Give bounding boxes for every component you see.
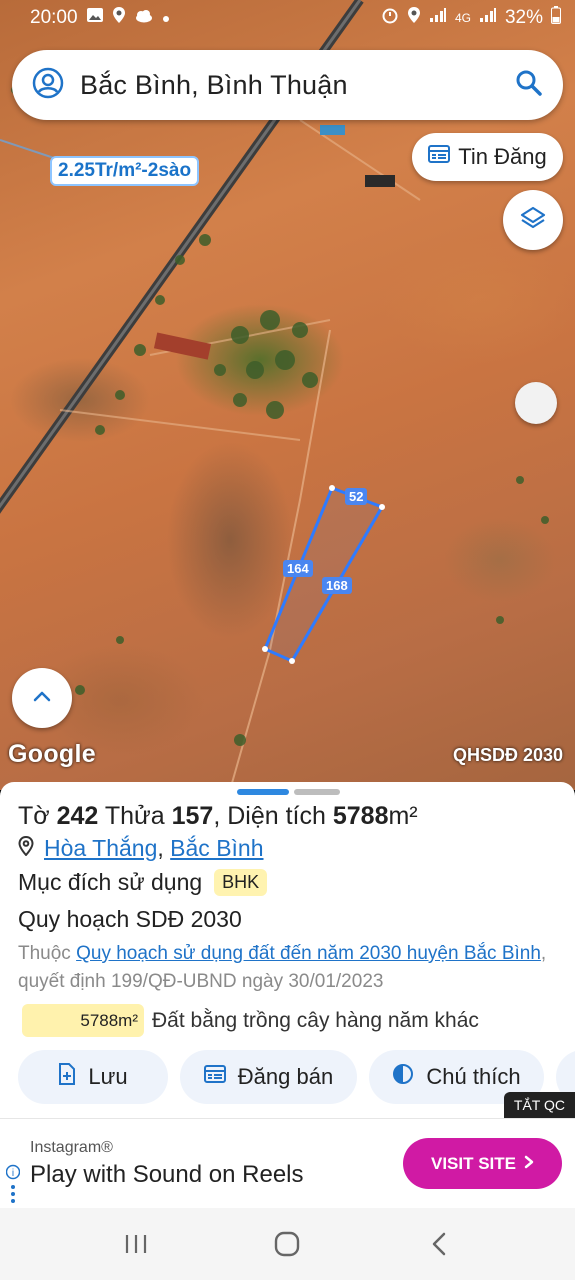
status-time: 20:00 — [30, 7, 78, 28]
chevron-up-icon — [33, 689, 51, 707]
gallery-icon — [86, 7, 104, 29]
purpose-label: Mục đích sử dụng — [18, 869, 203, 895]
district-link[interactable]: Bắc Bình — [170, 835, 263, 862]
edge-label-52: 52 — [345, 488, 368, 505]
parcel-info-sheet: Tờ 242 Thửa 157, Diện tích 5788m² Hòa Th… — [0, 782, 575, 1122]
contrast-icon — [392, 1063, 414, 1091]
system-nav-bar — [0, 1208, 575, 1280]
chevron-right-icon — [524, 1154, 534, 1174]
action-buttons: Lưu Đăng bán Chú thích — [18, 1050, 575, 1104]
back-icon — [432, 1232, 446, 1256]
commune-link[interactable]: Hòa Thắng — [44, 835, 157, 862]
land-use-area-row: 5788m² Đất bằng trồng cây hàng năm khác — [22, 1004, 479, 1037]
sheet-handle[interactable] — [237, 789, 340, 795]
expand-sheet-button[interactable] — [12, 668, 72, 728]
edge-label-168: 168 — [322, 577, 352, 594]
map-side-handle[interactable] — [515, 382, 557, 424]
plan-link[interactable]: Quy hoạch sử dụng đất đến năm 2030 huyện… — [76, 943, 541, 964]
tin-dang-button[interactable]: Tin Đăng — [412, 133, 563, 181]
listing-icon — [203, 1064, 226, 1090]
plan-description: Thuộc Quy hoạch sử dụng đất đến năm 2030… — [18, 943, 547, 992]
thua-number: 157 — [171, 802, 214, 830]
ad-headline: Play with Sound on Reels — [30, 1161, 304, 1188]
battery-icon — [551, 6, 561, 30]
tin-dang-label: Tin Đăng — [458, 144, 547, 169]
parcel-title: Tờ 242 Thửa 157, Diện tích 5788m² — [18, 802, 418, 830]
map-layer-tag: QHSDĐ 2030 — [452, 745, 563, 765]
battery-percent: 32% — [504, 7, 543, 28]
signal-icon — [479, 7, 497, 29]
search-input[interactable]: Bắc Bình, Bình Thuận — [80, 70, 515, 101]
listing-icon — [428, 144, 451, 170]
account-icon[interactable] — [32, 67, 64, 104]
area-chip: 5788m² — [22, 1004, 144, 1037]
google-logo: Google — [8, 740, 96, 768]
location-icon — [407, 6, 421, 30]
price-label[interactable]: 2.25Tr/m²-2sào — [50, 156, 200, 186]
layers-icon — [520, 205, 546, 236]
parcel-location: Hòa Thắng, Bắc Bình — [18, 835, 264, 862]
status-bar: 20:00 4G 32% — [0, 0, 575, 36]
area-value: 5788 — [332, 802, 389, 830]
network-type: 4G — [454, 11, 471, 25]
save-button[interactable]: Lưu — [18, 1050, 168, 1104]
svg-text:i: i — [12, 1168, 14, 1179]
add-file-icon — [58, 1063, 76, 1091]
location-pin-icon — [18, 835, 34, 862]
home-button[interactable] — [267, 1224, 307, 1264]
to-number: 242 — [56, 802, 99, 830]
location-icon — [112, 6, 126, 30]
plan-title: Quy hoạch SDĐ 2030 — [18, 906, 242, 932]
alarm-icon — [381, 6, 399, 30]
edge-label-164: 164 — [283, 560, 313, 577]
visit-site-button[interactable]: VISIT SITE — [403, 1138, 562, 1189]
signal-icon — [429, 7, 447, 29]
dot-icon — [162, 7, 170, 29]
search-icon[interactable] — [515, 69, 543, 102]
search-bar[interactable]: Bắc Bình, Bình Thuận — [12, 50, 563, 120]
ad-brand: Instagram® — [30, 1139, 113, 1156]
weather-icon — [134, 7, 154, 29]
purpose-row: Mục đích sử dụng BHK — [18, 869, 268, 896]
recent-apps-icon — [125, 1235, 146, 1253]
info-icon[interactable]: i — [5, 1163, 21, 1208]
home-icon — [275, 1231, 300, 1257]
back-button[interactable] — [419, 1224, 459, 1264]
ad-close-button[interactable]: TẮT QC — [503, 1092, 575, 1118]
ad-banner[interactable]: i Instagram® Play with Sound on Reels VI… — [0, 1118, 575, 1208]
land-use-description: Đất bằng trồng cây hàng năm khác — [152, 1008, 479, 1032]
post-sale-button[interactable]: Đăng bán — [180, 1050, 357, 1104]
layers-button[interactable] — [503, 190, 563, 250]
recent-apps-button[interactable] — [116, 1224, 156, 1264]
purpose-badge: BHK — [214, 869, 268, 896]
